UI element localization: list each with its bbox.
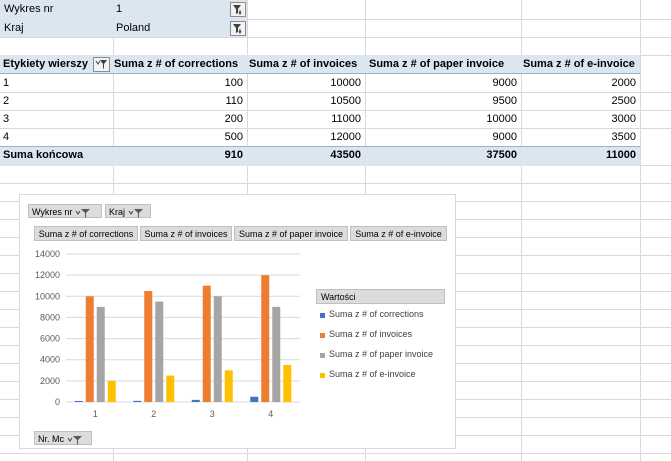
col-header-invoices: Suma z # of invoices [249, 58, 358, 70]
bar-4-4[interactable] [283, 365, 292, 402]
filter-funnel-icon [95, 60, 107, 69]
filter-funnel-icon [67, 435, 82, 445]
row-labels-header: Etykiety wierszy [3, 58, 88, 70]
row-label: 1 [3, 77, 10, 89]
y-tick-label: 2000 [40, 376, 60, 386]
legend-entry-label: Suma z # of invoices [329, 329, 413, 339]
row-labels-filter-button[interactable] [93, 57, 110, 72]
bar-1-2[interactable] [133, 400, 142, 402]
cell-invoices: 12000 [330, 131, 361, 143]
cell-corrections: 500 [224, 131, 243, 143]
bar-2-4[interactable] [261, 275, 270, 402]
legend-swatch [320, 313, 325, 318]
row-label: 4 [3, 131, 10, 143]
filter-label-kraj: Kraj [4, 22, 24, 34]
bar-2-1[interactable] [85, 296, 94, 402]
col-header-e-invoice: Suma z # of e-invoice [523, 58, 635, 70]
col-header-paper-invoice: Suma z # of paper invoice [369, 58, 505, 70]
grand-total-label: Suma końcowa [3, 149, 84, 161]
x-tick-label: 4 [268, 409, 273, 419]
filter-value-wykres[interactable]: 1 [116, 0, 216, 19]
y-tick-label: 12000 [35, 270, 60, 280]
cell-e-invoice: 3000 [611, 113, 636, 125]
filter-funnel-icon [233, 24, 242, 34]
filter-value-kraj[interactable]: Poland [116, 19, 216, 38]
legend-swatch [320, 353, 325, 358]
bar-4-3[interactable] [224, 370, 233, 402]
y-tick-label: 0 [55, 397, 60, 407]
legend-entry-label: Suma z # of corrections [329, 309, 424, 319]
cell-paper-invoice: 10000 [486, 113, 517, 125]
total-paper-invoice: 37500 [486, 149, 517, 161]
chart-axis-button-nr-mc[interactable]: Nr. Mc [34, 431, 92, 445]
col-header-corrections: Suma z # of corrections [114, 58, 239, 70]
cell-paper-invoice: 9500 [492, 95, 517, 107]
legend-entry-label: Suma z # of e-invoice [329, 369, 416, 379]
bar-3-3[interactable] [213, 296, 222, 402]
total-e-invoice: 11000 [606, 149, 636, 161]
cell-paper-invoice: 9000 [492, 131, 517, 143]
bar-3-1[interactable] [96, 306, 105, 402]
y-tick-label: 14000 [35, 249, 60, 259]
cell-corrections: 100 [224, 77, 243, 89]
bar-1-1[interactable] [74, 400, 83, 402]
cell-invoices: 11000 [331, 113, 361, 125]
legend-title-button[interactable]: Wartości [316, 289, 445, 304]
bar-4-2[interactable] [166, 375, 175, 402]
bar-3-2[interactable] [155, 301, 164, 402]
cell-e-invoice: 2000 [611, 77, 636, 89]
pivot-chart[interactable]: Wykres nr Kraj Suma z # of corrections S… [19, 194, 456, 449]
x-tick-label: 3 [210, 409, 215, 419]
bar-4-1[interactable] [107, 380, 116, 402]
legend-swatch [320, 373, 325, 378]
bar-1-4[interactable] [250, 396, 259, 402]
y-tick-label: 6000 [40, 334, 60, 344]
cell-e-invoice: 2500 [611, 95, 636, 107]
total-invoices: 43500 [330, 149, 361, 161]
filter-dropdown-kraj[interactable] [230, 21, 246, 36]
filter-label-wykres: Wykres nr [4, 3, 54, 15]
total-corrections: 910 [224, 149, 243, 161]
y-tick-label: 10000 [35, 291, 60, 301]
bar-2-2[interactable] [144, 291, 153, 402]
y-tick-label: 4000 [40, 355, 60, 365]
legend-swatch [320, 333, 325, 338]
row-label: 2 [3, 95, 10, 107]
bar-1-3[interactable] [191, 399, 200, 402]
cell-paper-invoice: 9000 [492, 77, 517, 89]
cell-corrections: 110 [225, 95, 243, 107]
chart-axis-label: Nr. Mc [38, 434, 64, 444]
filter-funnel-icon [233, 5, 242, 15]
cell-e-invoice: 3500 [611, 131, 636, 143]
cell-corrections: 200 [224, 113, 243, 125]
bar-2-3[interactable] [202, 285, 211, 402]
chart-plot-area: 0 2000 4000 6000 8000 10000 12000 14000 1 2 3 4 [35, 249, 300, 419]
filter-dropdown-wykres[interactable] [230, 2, 246, 17]
x-tick-label: 2 [151, 409, 156, 419]
legend-entry-label: Suma z # of paper invoice [329, 349, 434, 359]
cell-invoices: 10000 [330, 77, 361, 89]
x-tick-label: 1 [93, 409, 98, 419]
row-label: 3 [3, 113, 10, 125]
cell-invoices: 10500 [330, 95, 361, 107]
bar-3-4[interactable] [272, 306, 281, 402]
y-tick-label: 8000 [40, 312, 60, 322]
